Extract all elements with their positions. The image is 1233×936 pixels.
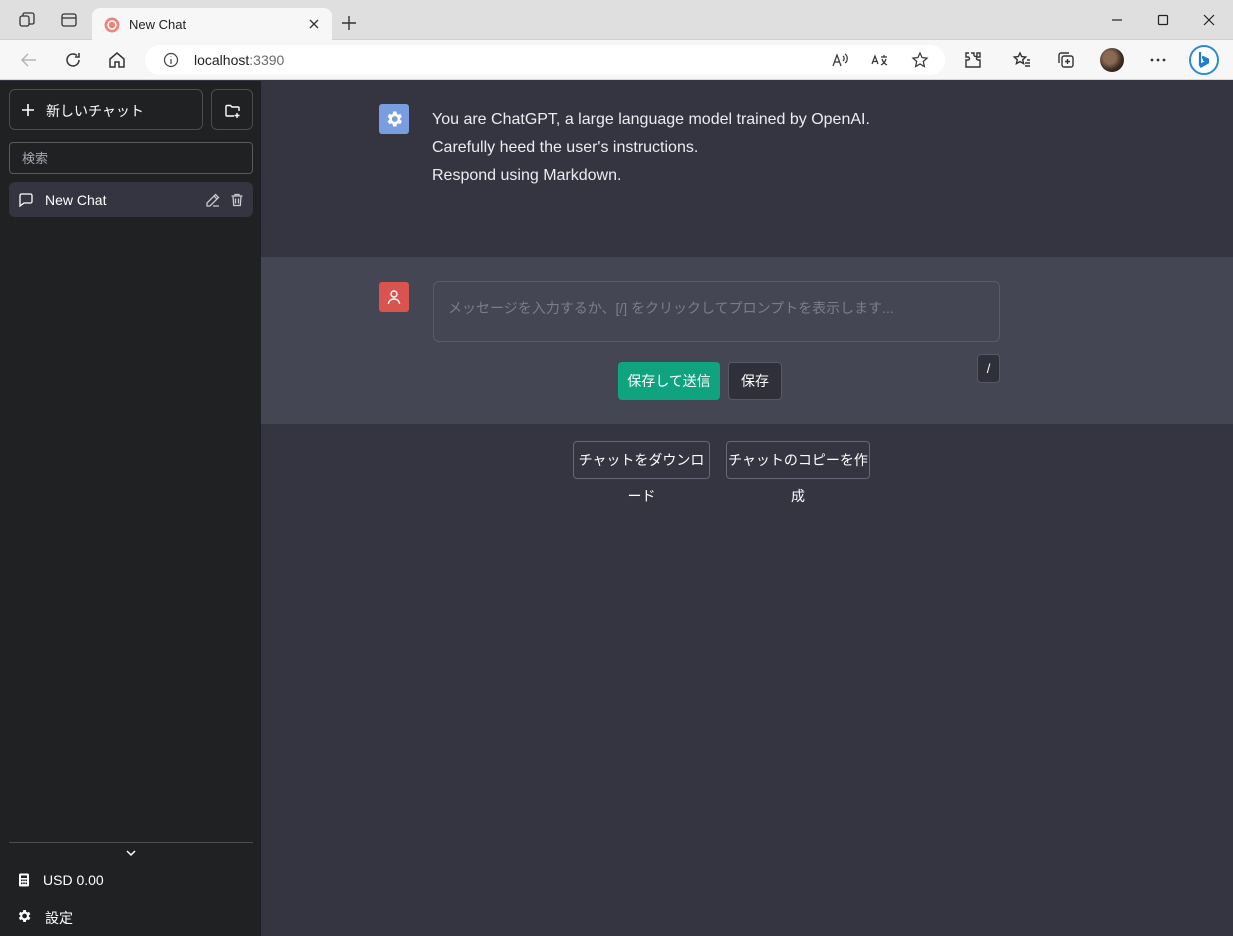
- prompt-slash-button[interactable]: /: [977, 354, 1000, 383]
- url-port: :3390: [249, 52, 285, 68]
- system-message-line: Respond using Markdown.: [432, 167, 622, 184]
- system-message-row: You are ChatGPT, a large language model …: [261, 81, 1233, 257]
- maximize-icon[interactable]: [1155, 12, 1171, 28]
- user-avatar: [379, 282, 409, 312]
- url-text: localhost:3390: [194, 52, 284, 68]
- folder-plus-icon: [225, 104, 240, 118]
- chevron-down-icon[interactable]: [124, 846, 138, 860]
- sidebar-divider: [9, 842, 253, 843]
- settings-button[interactable]: 設定: [16, 906, 106, 926]
- plus-icon: [22, 104, 34, 116]
- new-chat-label: 新しいチャット: [46, 103, 144, 119]
- sidebar: 新しいチャット New Chat USD 0.00 設定: [0, 81, 261, 936]
- user-message-row: / 保存して送信 保存: [261, 257, 1233, 424]
- workspaces-icon[interactable]: [18, 11, 36, 29]
- tab-actions-icon[interactable]: [60, 11, 78, 29]
- openai-favicon-icon: [104, 17, 120, 33]
- calculator-icon: [19, 873, 29, 887]
- url-host: localhost: [194, 52, 250, 68]
- browser-titlebar: New Chat: [0, 0, 1233, 41]
- back-icon[interactable]: [19, 50, 39, 70]
- profile-avatar[interactable]: [1100, 48, 1124, 72]
- collections-icon[interactable]: [1056, 50, 1076, 70]
- chat-list-item[interactable]: New Chat: [9, 182, 253, 217]
- more-menu-icon[interactable]: [1148, 50, 1168, 70]
- cost-label: USD 0.00: [43, 872, 104, 888]
- bing-copilot-icon[interactable]: [1189, 45, 1219, 75]
- minimize-icon[interactable]: [1109, 12, 1125, 28]
- refresh-icon[interactable]: [63, 50, 83, 70]
- favorite-star-icon[interactable]: [911, 51, 929, 69]
- download-chat-button[interactable]: チャットをダウンロード: [573, 441, 710, 504]
- new-tab-icon[interactable]: [340, 14, 358, 32]
- trash-icon[interactable]: [229, 192, 245, 208]
- tab-title: New Chat: [129, 17, 187, 32]
- save-and-send-button[interactable]: 保存して送信: [618, 362, 720, 400]
- favorites-icon[interactable]: [1012, 50, 1032, 70]
- browser-tab-active[interactable]: New Chat: [92, 8, 332, 41]
- chat-bubble-icon: [19, 193, 33, 208]
- settings-label: 設定: [45, 910, 73, 926]
- close-window-icon[interactable]: [1201, 12, 1217, 28]
- system-message-text[interactable]: You are ChatGPT, a large language model …: [432, 106, 870, 190]
- extensions-icon[interactable]: [963, 50, 983, 70]
- close-tab-icon[interactable]: [306, 16, 322, 32]
- new-folder-button[interactable]: [211, 89, 253, 130]
- pencil-icon[interactable]: [205, 192, 221, 208]
- read-aloud-icon[interactable]: [831, 51, 849, 69]
- new-chat-button[interactable]: 新しいチャット: [9, 89, 203, 130]
- chat-item-label: New Chat: [45, 192, 107, 208]
- site-info-icon[interactable]: [163, 52, 179, 68]
- gear-icon: [18, 910, 31, 922]
- message-input[interactable]: [433, 281, 1000, 342]
- system-avatar: [379, 104, 409, 134]
- save-button[interactable]: 保存: [728, 362, 782, 400]
- browser-toolbar: localhost:3390: [0, 40, 1233, 80]
- system-message-line: Carefully heed the user's instructions.: [432, 139, 699, 156]
- search-input[interactable]: [9, 142, 253, 174]
- cost-indicator: USD 0.00: [16, 870, 136, 890]
- address-bar[interactable]: localhost:3390: [145, 45, 945, 75]
- clone-chat-button[interactable]: チャットのコピーを作成: [726, 441, 870, 504]
- translate-icon[interactable]: [871, 51, 889, 69]
- gear-icon: [387, 111, 402, 127]
- system-message-line: You are ChatGPT, a large language model …: [432, 111, 870, 128]
- home-icon[interactable]: [107, 50, 127, 70]
- user-icon: [387, 290, 401, 305]
